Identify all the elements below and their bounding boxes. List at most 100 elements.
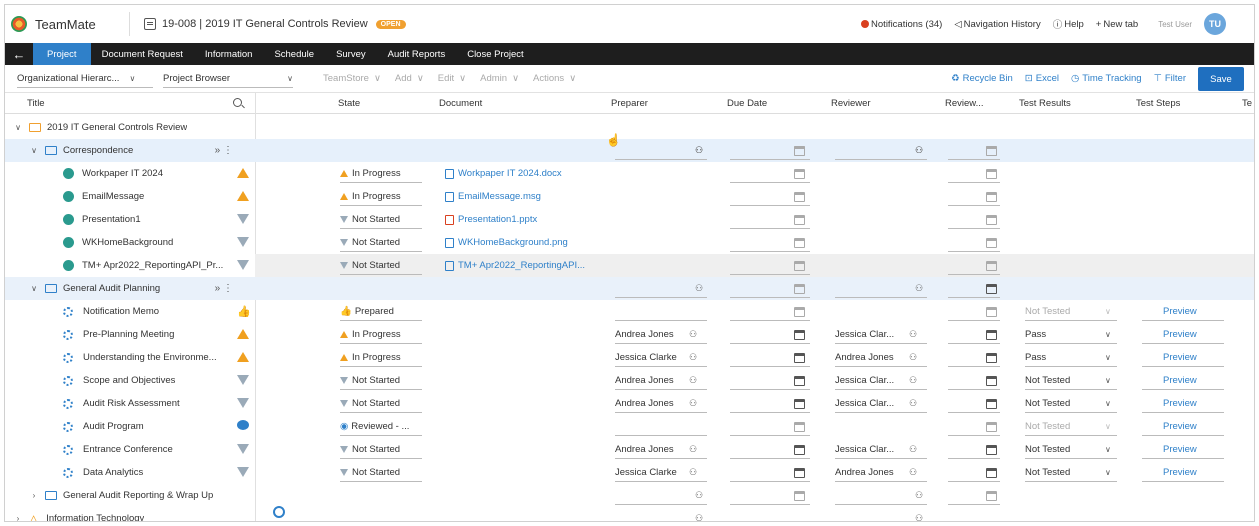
assign-user-icon[interactable]: ⚇ [909, 375, 917, 386]
assign-user-icon[interactable]: ⚇ [689, 444, 697, 455]
calendar-icon[interactable] [986, 421, 997, 432]
table-row[interactable]: TM+ Apr2022_ReportingAPI_Pr... Not Starte… [5, 254, 1254, 277]
table-row[interactable]: EmailMessage In Progress EmailMessage.msg [5, 185, 1254, 208]
calendar-icon[interactable] [794, 191, 805, 202]
calendar-icon[interactable] [986, 168, 997, 179]
calendar-icon[interactable] [986, 444, 997, 455]
column-header-review-date[interactable]: Review... [945, 93, 984, 113]
table-row[interactable]: Audit Risk Assessment Not Started Andrea J… [5, 392, 1254, 415]
excel-button[interactable]: ⊡ Excel [1025, 73, 1059, 84]
tree-cell[interactable]: Notification Memo 👍 [5, 300, 255, 323]
tab-audit-reports[interactable]: Audit Reports [377, 43, 457, 65]
menu-admin[interactable]: Admin ∨ [480, 73, 519, 84]
filter-button[interactable]: ⊤ Filter [1154, 73, 1186, 84]
assign-user-icon[interactable]: ⚇ [695, 513, 703, 521]
table-row[interactable]: Entrance Conference Not Started Andrea Jon… [5, 438, 1254, 461]
calendar-icon[interactable] [986, 329, 997, 340]
calendar-icon[interactable] [986, 490, 997, 501]
column-header-test-steps[interactable]: Test Steps [1136, 93, 1180, 113]
assign-user-icon[interactable]: ⚇ [915, 513, 923, 521]
assign-user-icon[interactable]: ⚇ [695, 490, 703, 501]
column-header-due-date[interactable]: Due Date [727, 93, 767, 113]
expand-chevron-icon[interactable]: ∨ [13, 123, 23, 132]
assign-user-icon[interactable]: ⚇ [689, 398, 697, 409]
tab-document-request[interactable]: Document Request [91, 43, 194, 65]
hierarchy-dropdown[interactable]: Organizational Hierarc... ∨ [17, 70, 153, 88]
tree-cell[interactable]: ∨ General Audit Planning » ⋮ [5, 277, 255, 300]
calendar-icon[interactable] [794, 214, 805, 225]
assign-user-icon[interactable]: ⚇ [689, 329, 697, 340]
calendar-icon[interactable] [794, 329, 805, 340]
collapse-chevron-icon[interactable]: › [13, 514, 23, 521]
assign-user-icon[interactable]: ⚇ [909, 329, 917, 340]
tree-cell[interactable]: Presentation1 [5, 208, 255, 231]
assign-user-icon[interactable]: ⚇ [909, 398, 917, 409]
calendar-icon[interactable] [986, 352, 997, 363]
column-header-document[interactable]: Document [439, 93, 482, 113]
calendar-icon[interactable] [794, 444, 805, 455]
browser-dropdown[interactable]: Project Browser ∨ [163, 70, 293, 88]
calendar-icon[interactable] [986, 283, 997, 294]
table-row[interactable]: ∨ Correspondence» ⋮ ⚇ ⚇ ⚇ ⚇ [5, 139, 1254, 162]
table-row[interactable]: Audit Program ◉ Reviewed - ... Not Tested ∨ P… [5, 415, 1254, 438]
assign-user-icon[interactable]: ⚇ [695, 145, 703, 156]
table-row[interactable]: Scope and Objectives Not Started Andrea Jo… [5, 369, 1254, 392]
calendar-icon[interactable] [794, 490, 805, 501]
tree-cell[interactable]: Workpaper IT 2024 [5, 162, 255, 185]
calendar-icon[interactable] [794, 145, 805, 156]
menu-add[interactable]: Add ∨ [395, 73, 424, 84]
document-link[interactable]: Workpaper IT 2024.docx [445, 162, 595, 185]
tree-cell[interactable]: Entrance Conference [5, 438, 255, 461]
menu-actions[interactable]: Actions ∨ [533, 73, 576, 84]
tree-cell[interactable]: Data Analytics [5, 461, 255, 484]
expand-chevron-icon[interactable]: ∨ [29, 284, 39, 293]
tab-project[interactable]: Project [33, 43, 91, 65]
column-header-reviewer[interactable]: Reviewer [831, 93, 871, 113]
calendar-icon[interactable] [794, 398, 805, 409]
tree-cell[interactable]: TM+ Apr2022_ReportingAPI_Pr... [5, 254, 255, 277]
user-avatar[interactable]: TU [1204, 13, 1226, 35]
table-row[interactable]: Understanding the Environme... In Progres… [5, 346, 1254, 369]
preparer-cell[interactable]: ⚇ [615, 507, 715, 521]
tree-cell[interactable]: › △ Information Technology [5, 507, 255, 522]
menu-teamstore[interactable]: TeamStore ∨ [323, 73, 381, 84]
app-logo[interactable]: TeamMate [11, 16, 129, 32]
calendar-icon[interactable] [986, 375, 997, 386]
calendar-icon[interactable] [794, 352, 805, 363]
reviewer-cell[interactable]: ⚇ [835, 507, 935, 521]
table-row[interactable]: WKHomeBackground Not Started WKHomeBackgro… [5, 231, 1254, 254]
row-actions-icon[interactable]: » ⋮ [215, 283, 233, 294]
table-row[interactable]: › △ Information Technology ⚇ ⚇ [5, 507, 1254, 522]
calendar-icon[interactable] [794, 375, 805, 386]
calendar-icon[interactable] [986, 191, 997, 202]
tab-information[interactable]: Information [194, 43, 264, 65]
calendar-icon[interactable] [986, 237, 997, 248]
column-header-preparer[interactable]: Preparer [611, 93, 648, 113]
table-row[interactable]: › General Audit Reporting & Wrap Up ⚇ ⚇ [5, 484, 1254, 507]
notifications-link[interactable]: Notifications (34) [861, 19, 942, 30]
tree-cell[interactable]: WKHomeBackground [5, 231, 255, 254]
calendar-icon[interactable] [986, 260, 997, 271]
assign-user-icon[interactable]: ⚇ [915, 145, 923, 156]
table-row[interactable]: ∨ 2019 IT General Controls Review [5, 116, 1254, 139]
assign-user-icon[interactable]: ⚇ [909, 467, 917, 478]
tree-cell[interactable]: Pre-Planning Meeting [5, 323, 255, 346]
tab-survey[interactable]: Survey [325, 43, 377, 65]
table-row[interactable]: Data Analytics Not Started Jessica Clarke ⚇… [5, 461, 1254, 484]
tree-cell[interactable]: Audit Risk Assessment [5, 392, 255, 415]
calendar-icon[interactable] [794, 421, 805, 432]
tree-cell[interactable]: ∨ 2019 IT General Controls Review [5, 116, 255, 139]
recycle-bin-button[interactable]: ♻ Recycle Bin [951, 73, 1013, 84]
assign-user-icon[interactable]: ⚇ [909, 352, 917, 363]
tree-cell[interactable]: ∨ Correspondence » ⋮ [5, 139, 255, 162]
table-row[interactable]: Notification Memo 👍 👍 Prepared Not Tested ∨ Pr… [5, 300, 1254, 323]
document-link[interactable]: TM+ Apr2022_ReportingAPI... [445, 254, 595, 277]
document-link[interactable]: Presentation1.pptx [445, 208, 595, 231]
column-header-state[interactable]: State [338, 93, 360, 113]
column-header-title[interactable]: Title [27, 93, 45, 113]
calendar-icon[interactable] [794, 283, 805, 294]
assign-user-icon[interactable]: ⚇ [915, 490, 923, 501]
tree-cell[interactable]: › General Audit Reporting & Wrap Up [5, 484, 255, 507]
calendar-icon[interactable] [794, 306, 805, 317]
tree-cell[interactable]: Scope and Objectives [5, 369, 255, 392]
